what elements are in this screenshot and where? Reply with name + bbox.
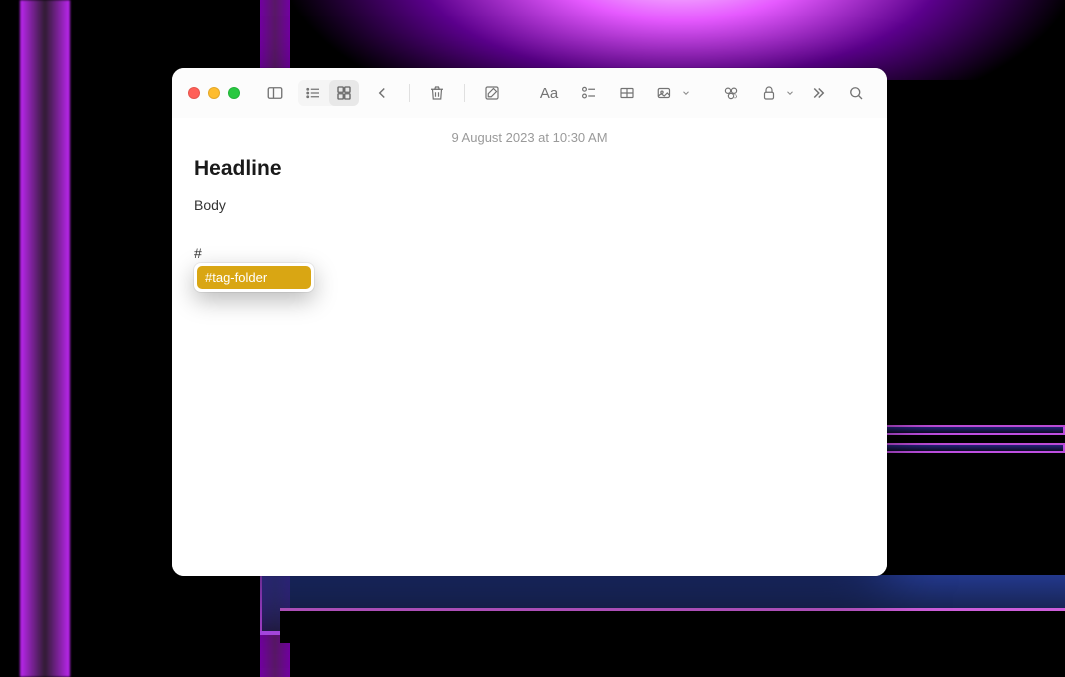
delete-button[interactable] [422, 80, 452, 106]
note-headline[interactable]: Headline [194, 157, 865, 181]
window-controls [188, 87, 240, 99]
trash-icon [428, 84, 446, 102]
minimize-button[interactable] [208, 87, 220, 99]
titlebar: Aa [172, 68, 887, 118]
tag-suggestion-popup: #tag-folder [194, 263, 314, 292]
tag-input-text[interactable]: # [194, 245, 865, 261]
lock-button[interactable] [754, 80, 784, 106]
chevron-double-right-icon [809, 84, 827, 102]
checklist-icon [580, 84, 598, 102]
media-icon [656, 84, 674, 102]
sidebar-icon [266, 84, 284, 102]
toolbar-separator [464, 84, 465, 102]
tag-suggestion-item[interactable]: #tag-folder [197, 266, 311, 289]
link-icon [722, 84, 740, 102]
toolbar-separator [409, 84, 410, 102]
format-button[interactable]: Aa [532, 80, 566, 106]
chevron-left-icon [373, 84, 391, 102]
back-button[interactable] [367, 80, 397, 106]
note-timestamp: 9 August 2023 at 10:30 AM [194, 130, 865, 145]
toggle-sidebar-button[interactable] [260, 80, 290, 106]
lock-icon [760, 84, 778, 102]
close-button[interactable] [188, 87, 200, 99]
media-button[interactable] [650, 80, 680, 106]
table-button[interactable] [612, 80, 642, 106]
format-icon: Aa [540, 85, 558, 102]
compose-icon [483, 84, 501, 102]
note-editor[interactable]: 9 August 2023 at 10:30 AM Headline Body … [172, 118, 887, 576]
view-switcher [298, 80, 359, 106]
list-view-button[interactable] [298, 80, 328, 106]
compose-button[interactable] [477, 80, 507, 106]
table-icon [618, 84, 636, 102]
link-button[interactable] [716, 80, 746, 106]
grid-icon [335, 84, 353, 102]
chevron-down-icon [681, 88, 691, 98]
note-body[interactable]: Body [194, 197, 865, 213]
media-dropdown[interactable] [650, 80, 691, 106]
search-button[interactable] [841, 80, 871, 106]
notes-window: Aa 9 A [172, 68, 887, 576]
zoom-button[interactable] [228, 87, 240, 99]
lock-dropdown[interactable] [754, 80, 795, 106]
more-button[interactable] [803, 80, 833, 106]
list-icon [304, 84, 322, 102]
checklist-button[interactable] [574, 80, 604, 106]
chevron-down-icon [785, 88, 795, 98]
grid-view-button[interactable] [329, 80, 359, 106]
search-icon [847, 84, 865, 102]
